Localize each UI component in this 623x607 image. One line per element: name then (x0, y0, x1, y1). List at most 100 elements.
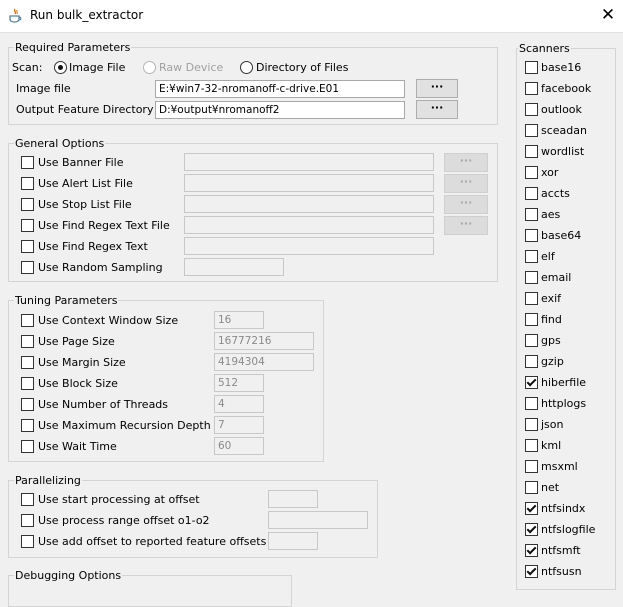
scanner-label[interactable]: aes (541, 208, 560, 221)
tuning-option-label[interactable]: Use Number of Threads (38, 398, 168, 411)
tuning-option-checkbox[interactable] (21, 314, 34, 327)
general-option-label[interactable]: Use Random Sampling (38, 261, 163, 274)
tuning-option-field[interactable]: 16 (214, 311, 264, 329)
general-option-label[interactable]: Use Alert List File (38, 177, 133, 190)
parallel-option-label[interactable]: Use add offset to reported feature offse… (38, 535, 266, 548)
tuning-option-label[interactable]: Use Page Size (38, 335, 115, 348)
scanner-label[interactable]: elf (541, 250, 555, 263)
general-option-field[interactable] (184, 195, 434, 213)
tuning-option-field[interactable]: 4 (214, 395, 264, 413)
scanner-checkbox-wordlist[interactable] (525, 145, 538, 158)
tuning-option-label[interactable]: Use Margin Size (38, 356, 126, 369)
scanner-checkbox-ntfsmft[interactable] (525, 544, 538, 557)
output-directory-field[interactable]: D:¥output¥nromanoff2 (155, 101, 405, 119)
general-option-label[interactable]: Use Stop List File (38, 198, 132, 211)
tuning-option-label[interactable]: Use Context Window Size (38, 314, 178, 327)
parallel-option-field[interactable] (268, 511, 368, 529)
parallel-option-label[interactable]: Use start processing at offset (38, 493, 200, 506)
general-option-field[interactable] (184, 174, 434, 192)
tuning-option-checkbox[interactable] (21, 398, 34, 411)
scanner-checkbox-facebook[interactable] (525, 82, 538, 95)
scanner-label[interactable]: base16 (541, 61, 581, 74)
general-option-checkbox[interactable] (21, 198, 34, 211)
tuning-option-checkbox[interactable] (21, 377, 34, 390)
general-option-field[interactable] (184, 216, 434, 234)
scanner-checkbox-ntfsindx[interactable] (525, 502, 538, 515)
scanner-label[interactable]: wordlist (541, 145, 584, 158)
scanner-checkbox-gps[interactable] (525, 334, 538, 347)
general-option-field[interactable] (184, 237, 434, 255)
image-file-field[interactable]: E:¥win7-32-nromanoff-c-drive.E01 (155, 80, 405, 98)
scanner-label[interactable]: outlook (541, 103, 582, 116)
scanner-label[interactable]: ntfslogfile (541, 523, 595, 536)
radio-directory-of-files-label[interactable]: Directory of Files (256, 61, 348, 74)
tuning-option-label[interactable]: Use Block Size (38, 377, 118, 390)
scanner-checkbox-base16[interactable] (525, 61, 538, 74)
scanner-label[interactable]: xor (541, 166, 558, 179)
scanner-label[interactable]: ntfsindx (541, 502, 585, 515)
scanner-label[interactable]: json (541, 418, 564, 431)
scanner-checkbox-accts[interactable] (525, 187, 538, 200)
scanner-label[interactable]: hiberfile (541, 376, 586, 389)
tuning-option-checkbox[interactable] (21, 335, 34, 348)
scanner-label[interactable]: gps (541, 334, 561, 347)
scanner-label[interactable]: ntfsusn (541, 565, 582, 578)
parallel-option-checkbox[interactable] (21, 493, 34, 506)
radio-raw-device-label[interactable]: Raw Device (159, 61, 223, 74)
general-option-field[interactable] (184, 153, 434, 171)
scanner-label[interactable]: ntfsmft (541, 544, 581, 557)
radio-raw-device[interactable] (143, 61, 156, 74)
tuning-option-checkbox[interactable] (21, 356, 34, 369)
parallel-option-field[interactable] (268, 532, 318, 550)
general-option-checkbox[interactable] (21, 261, 34, 274)
general-option-checkbox[interactable] (21, 177, 34, 190)
tuning-option-field[interactable]: 512 (214, 374, 264, 392)
scanner-checkbox-hiberfile[interactable] (525, 376, 538, 389)
scanner-label[interactable]: gzip (541, 355, 564, 368)
general-option-label[interactable]: Use Banner File (38, 156, 123, 169)
output-directory-browse-button[interactable]: ··· (416, 100, 458, 119)
scanner-label[interactable]: kml (541, 439, 561, 452)
image-file-browse-button[interactable]: ··· (416, 79, 458, 98)
scanner-checkbox-ntfsusn[interactable] (525, 565, 538, 578)
general-option-browse-button[interactable]: ··· (444, 195, 488, 214)
general-option-label[interactable]: Use Find Regex Text (38, 240, 148, 253)
scanner-checkbox-sceadan[interactable] (525, 124, 538, 137)
scanner-label[interactable]: msxml (541, 460, 578, 473)
scanner-checkbox-exif[interactable] (525, 292, 538, 305)
scanner-checkbox-json[interactable] (525, 418, 538, 431)
scanner-checkbox-gzip[interactable] (525, 355, 538, 368)
scanner-checkbox-find[interactable] (525, 313, 538, 326)
tuning-option-field[interactable]: 16777216 (214, 332, 314, 350)
tuning-option-field[interactable]: 7 (214, 416, 264, 434)
close-button[interactable]: ✕ (598, 4, 618, 26)
scanner-label[interactable]: sceadan (541, 124, 587, 137)
scanner-checkbox-base64[interactable] (525, 229, 538, 242)
radio-image-file[interactable] (54, 61, 67, 74)
general-option-browse-button[interactable]: ··· (444, 174, 488, 193)
scanner-checkbox-net[interactable] (525, 481, 538, 494)
tuning-option-checkbox[interactable] (21, 440, 34, 453)
parallel-option-checkbox[interactable] (21, 514, 34, 527)
tuning-option-label[interactable]: Use Wait Time (38, 440, 117, 453)
scanner-label[interactable]: find (541, 313, 562, 326)
tuning-option-label[interactable]: Use Maximum Recursion Depth (38, 419, 211, 432)
scanner-checkbox-ntfslogfile[interactable] (525, 523, 538, 536)
scanner-checkbox-outlook[interactable] (525, 103, 538, 116)
scanner-label[interactable]: accts (541, 187, 570, 200)
scanner-checkbox-aes[interactable] (525, 208, 538, 221)
scanner-checkbox-elf[interactable] (525, 250, 538, 263)
tuning-option-checkbox[interactable] (21, 419, 34, 432)
scanner-checkbox-kml[interactable] (525, 439, 538, 452)
radio-directory-of-files[interactable] (240, 61, 253, 74)
general-option-label[interactable]: Use Find Regex Text File (38, 219, 170, 232)
general-option-checkbox[interactable] (21, 240, 34, 253)
scanner-checkbox-email[interactable] (525, 271, 538, 284)
parallel-option-checkbox[interactable] (21, 535, 34, 548)
parallel-option-label[interactable]: Use process range offset o1-o2 (38, 514, 210, 527)
scanner-label[interactable]: base64 (541, 229, 581, 242)
scanner-label[interactable]: facebook (541, 82, 591, 95)
scanner-label[interactable]: email (541, 271, 571, 284)
scanner-checkbox-httplogs[interactable] (525, 397, 538, 410)
general-option-checkbox[interactable] (21, 219, 34, 232)
